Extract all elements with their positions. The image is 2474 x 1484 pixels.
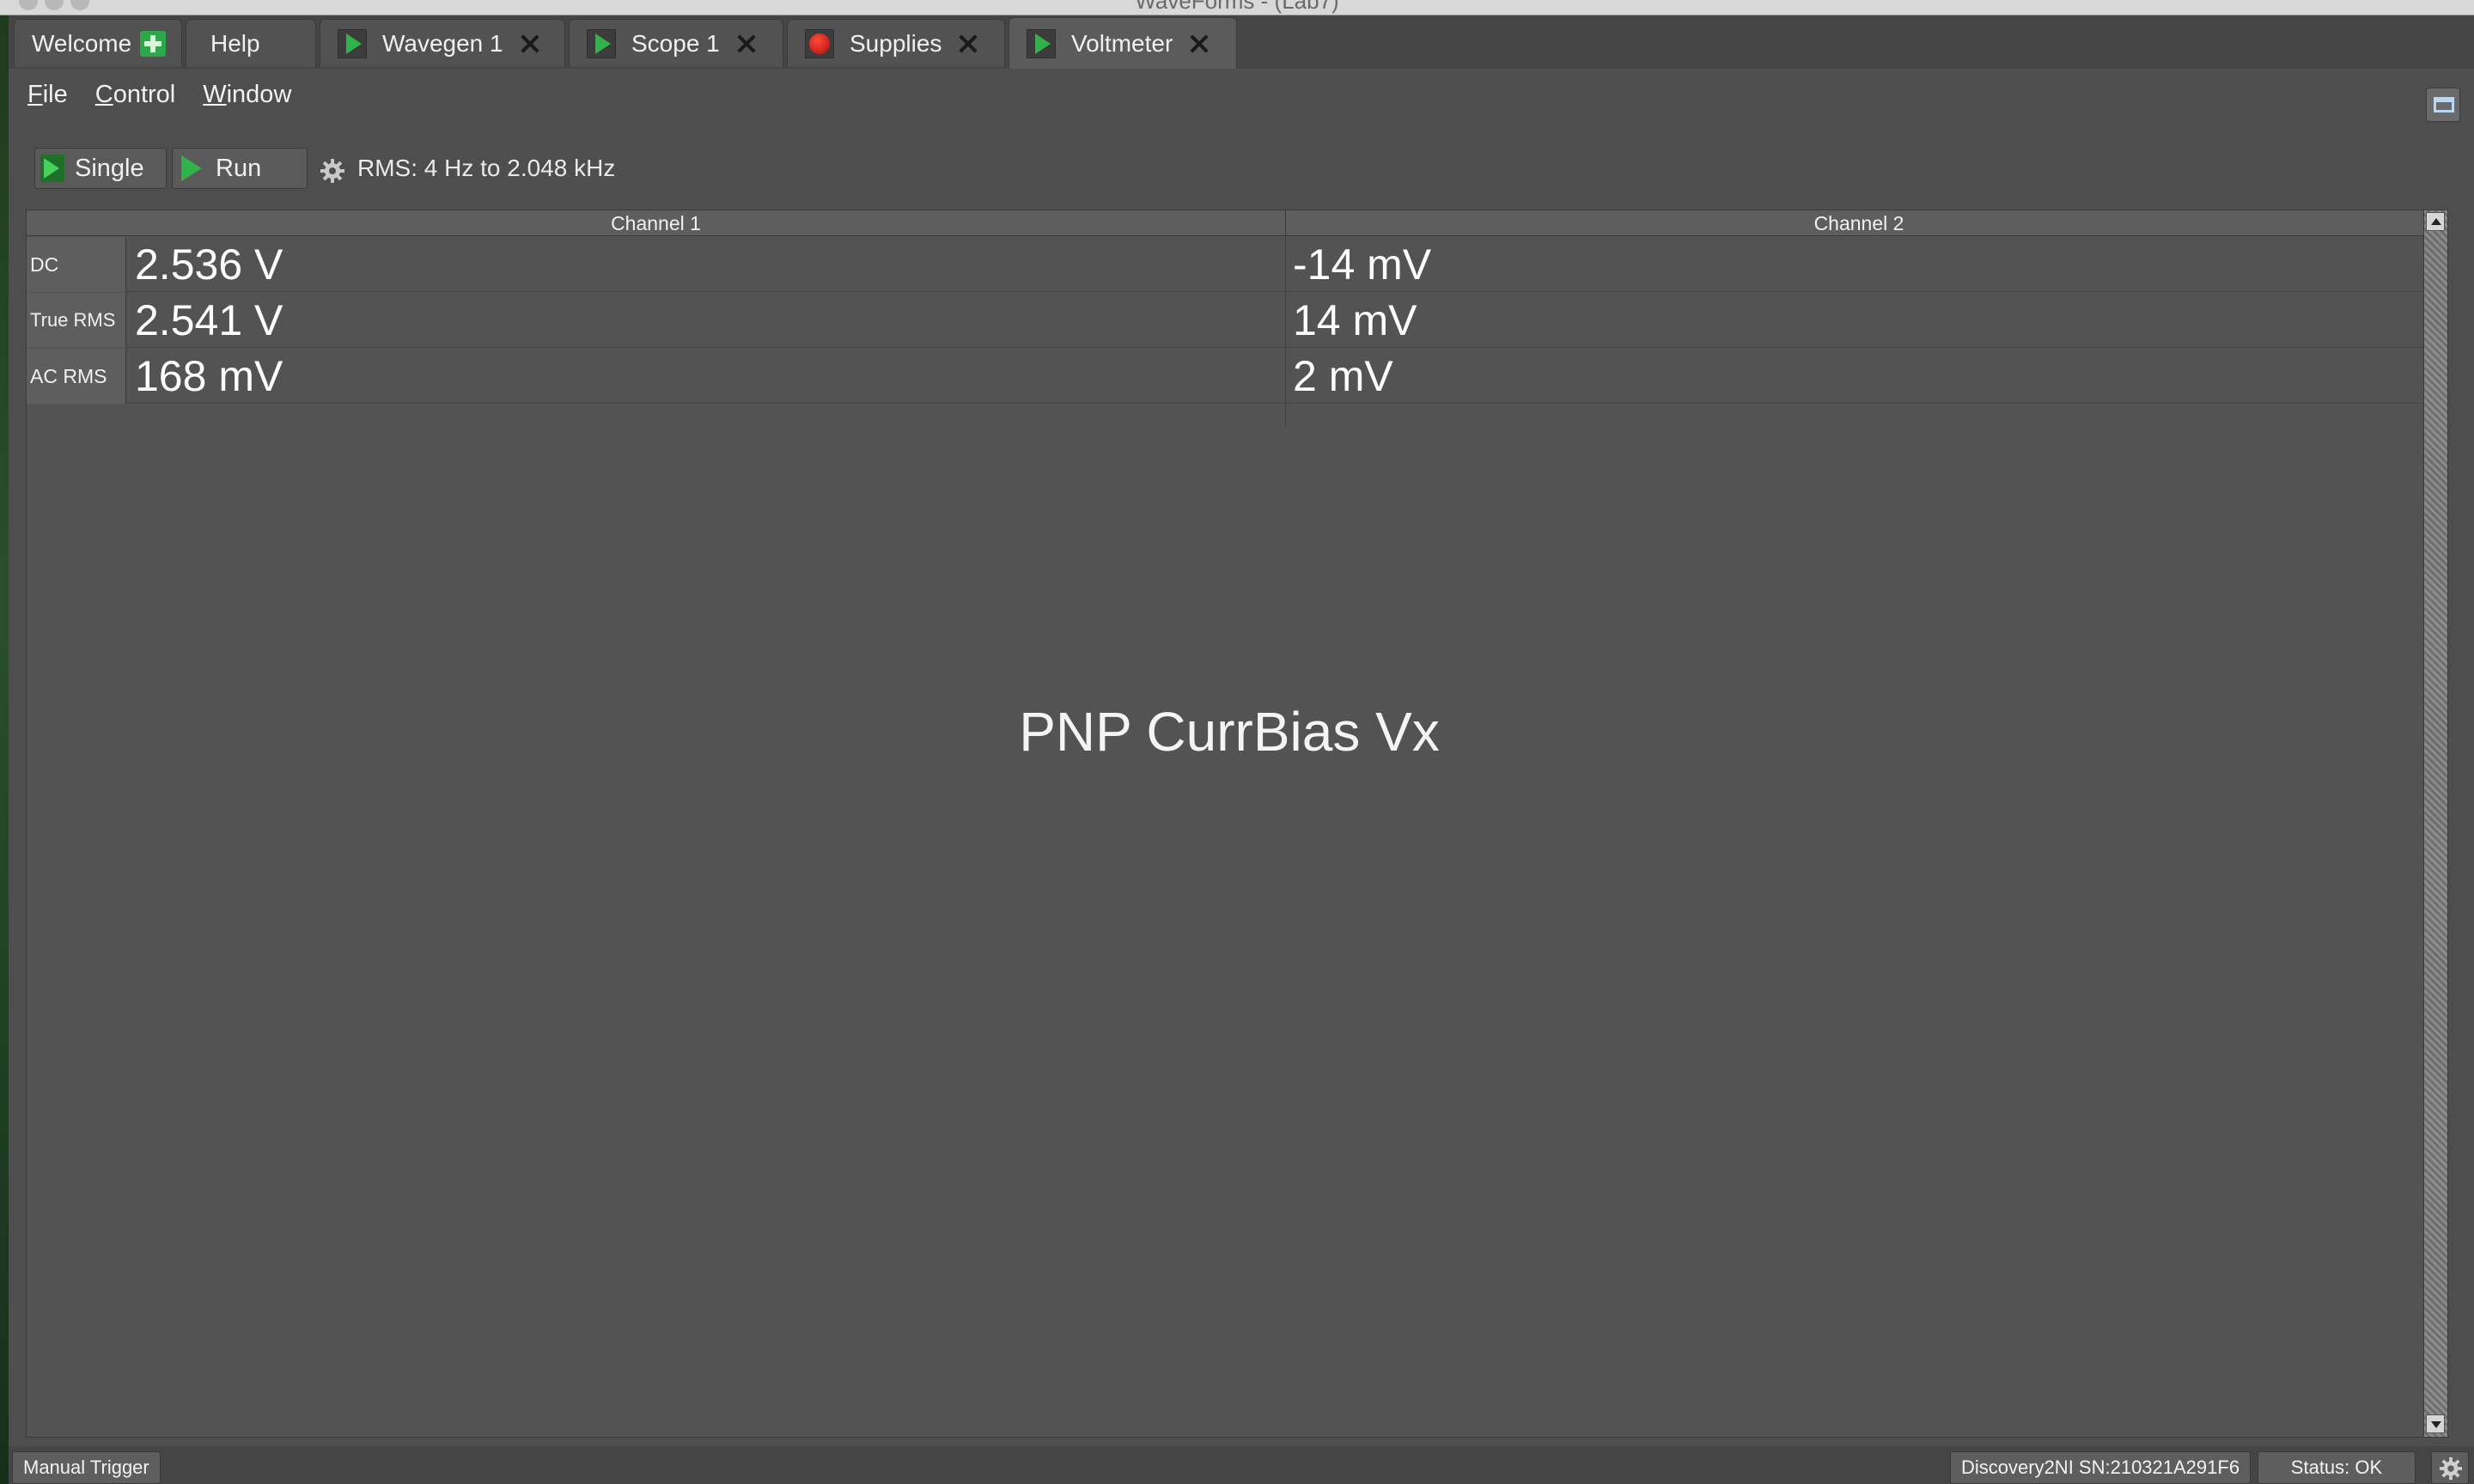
device-button[interactable]: Discovery2NI SN:210321A291F6	[1950, 1451, 2252, 1484]
table-row: DC 2.536 V -14 mV	[27, 237, 2432, 292]
run-icon	[338, 28, 367, 58]
single-button[interactable]: Single	[34, 148, 167, 189]
channel-2-value: 14 mV	[1293, 296, 1417, 344]
run-label: Run	[216, 154, 262, 182]
tab-label: Welcome	[32, 29, 132, 57]
window-icon	[2434, 97, 2454, 113]
stop-icon	[805, 28, 834, 58]
tab-scope[interactable]: Scope 1	[569, 19, 783, 67]
run-icon	[1027, 28, 1056, 58]
menu-bar: File Control Window	[9, 69, 2474, 120]
menu-file[interactable]: File	[27, 81, 68, 109]
column-header-channel-1[interactable]: Channel 1	[27, 210, 1286, 236]
plus-icon[interactable]	[140, 30, 167, 57]
tab-wavegen[interactable]: Wavegen 1	[320, 19, 565, 67]
table-header: Channel 1 Channel 2	[27, 210, 2432, 236]
settings-button[interactable]	[2431, 1451, 2469, 1484]
gear-icon	[2439, 1457, 2463, 1481]
single-run-icon	[40, 155, 64, 182]
app-window: Welcome Help Wavegen 1 Scope 1 Supplies …	[9, 15, 2474, 1484]
gear-icon[interactable]	[320, 158, 345, 184]
run-icon	[181, 155, 202, 181]
channel-2-value: 2 mV	[1293, 352, 1393, 400]
run-button[interactable]: Run	[172, 148, 308, 189]
tab-bar: Welcome Help Wavegen 1 Scope 1 Supplies …	[9, 15, 2474, 69]
scroll-up-arrow-icon[interactable]	[2426, 212, 2445, 231]
tab-label: Supplies	[850, 29, 942, 57]
channel-1-value: 168 mV	[135, 352, 283, 400]
tab-welcome[interactable]: Welcome	[14, 19, 182, 67]
table-row: True RMS 2.541 V 14 mV	[27, 293, 2432, 348]
row-label-true-rms: True RMS	[27, 293, 126, 348]
menu-window[interactable]: Window	[203, 81, 291, 109]
single-label: Single	[75, 154, 144, 182]
tab-label: Help	[210, 29, 260, 57]
channel-1-value: 2.541 V	[135, 296, 283, 344]
channel-2-value: -14 mV	[1293, 240, 1432, 289]
title-bar: WaveForms - (Lab7)	[0, 0, 2474, 15]
tab-label: Wavegen 1	[382, 29, 503, 57]
table-row: AC RMS 168 mV 2 mV	[27, 349, 2432, 404]
close-tab-icon[interactable]	[957, 33, 979, 55]
voltmeter-table: Channel 1 Channel 2 DC 2.536 V -14 mV Tr…	[26, 210, 2448, 1438]
close-tab-icon[interactable]	[519, 33, 541, 55]
vertical-scrollbar[interactable]	[2423, 210, 2447, 1437]
row-label-dc: DC	[27, 237, 126, 292]
row-label-ac-rms: AC RMS	[27, 349, 126, 404]
run-icon	[587, 28, 616, 58]
status-button[interactable]: Status: OK	[2258, 1451, 2416, 1484]
undock-window-button[interactable]	[2426, 88, 2460, 122]
status-bar: Manual Trigger Discovery2NI SN:210321A29…	[9, 1446, 2474, 1484]
menu-control[interactable]: Control	[95, 81, 176, 109]
column-divider	[1285, 236, 1286, 427]
toolbar: Single Run RMS: 4 Hz to 2.048 kHz	[9, 136, 2474, 201]
manual-trigger-button[interactable]: Manual Trigger	[12, 1451, 161, 1484]
rms-range-text: RMS: 4 Hz to 2.048 kHz	[357, 155, 616, 181]
desktop-background	[0, 15, 9, 1484]
tab-supplies[interactable]: Supplies	[787, 19, 1005, 67]
window-title: WaveForms - (Lab7)	[1135, 0, 1339, 14]
tab-label: Voltmeter	[1071, 29, 1173, 57]
close-tab-icon[interactable]	[1188, 33, 1210, 55]
channel-1-value: 2.536 V	[135, 240, 283, 289]
tab-help[interactable]: Help	[186, 19, 316, 67]
scroll-down-arrow-icon[interactable]	[2426, 1414, 2445, 1433]
close-tab-icon[interactable]	[735, 33, 758, 55]
instrument-label: PNP CurrBias Vx	[1019, 701, 1440, 763]
column-header-channel-2[interactable]: Channel 2	[1286, 210, 2432, 236]
tab-voltmeter[interactable]: Voltmeter	[1008, 17, 1237, 69]
tab-label: Scope 1	[631, 29, 720, 57]
